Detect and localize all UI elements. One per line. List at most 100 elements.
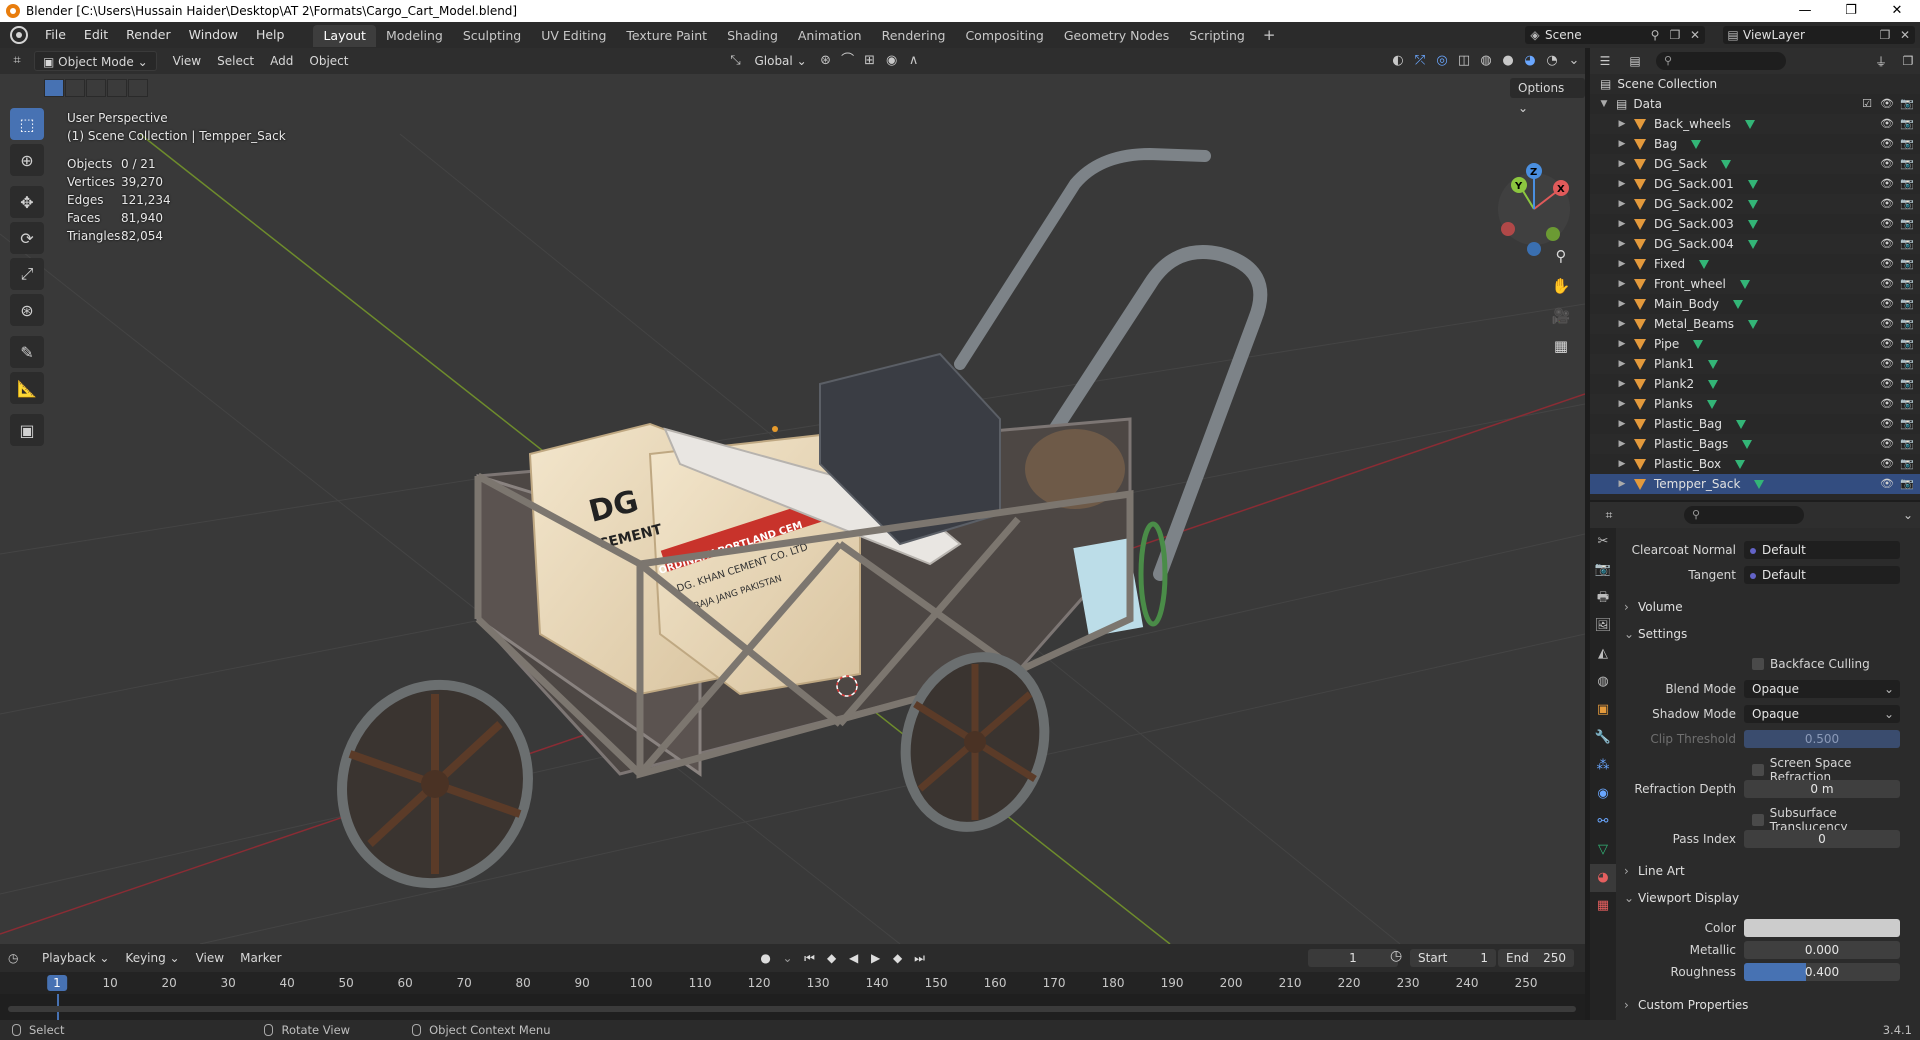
viewlayer-selector[interactable]: ▤ ViewLayer ❐ ✕ <box>1723 26 1915 44</box>
menu-help[interactable]: Help <box>247 22 294 48</box>
eye-icon[interactable]: 👁 <box>1880 154 1894 174</box>
pan-hand-icon[interactable]: ✋ <box>1548 273 1574 299</box>
tab-texture-paint[interactable]: Texture Paint <box>616 25 717 47</box>
expand-icon[interactable]: ▶ <box>1616 334 1628 354</box>
tab-shading[interactable]: Shading <box>717 25 788 47</box>
camera-icon[interactable]: 📷 <box>1900 94 1914 114</box>
mesh-data-icon[interactable] <box>1744 119 1755 129</box>
menu-render[interactable]: Render <box>117 22 180 48</box>
mesh-data-icon[interactable] <box>1747 179 1758 189</box>
expand-icon[interactable]: ▶ <box>1616 154 1628 174</box>
expand-icon[interactable]: ▶ <box>1616 114 1628 134</box>
mesh-data-icon[interactable] <box>1748 319 1759 329</box>
mesh-data-icon[interactable] <box>1736 419 1747 429</box>
outliner-editor-icon[interactable]: ☰ <box>1590 54 1620 68</box>
properties-options-icon[interactable]: ⌄ <box>1896 508 1920 522</box>
scale-tool-icon[interactable]: ⤢ <box>10 258 44 290</box>
gizmo-neg-y-icon[interactable] <box>1546 227 1560 241</box>
zoom-icon[interactable]: ⚲ <box>1548 243 1574 269</box>
eye-icon[interactable]: 👁 <box>1880 294 1894 314</box>
snap-icon[interactable]: ⌒ <box>837 51 859 71</box>
menu-view[interactable]: View <box>165 51 209 71</box>
outliner-item[interactable]: ▶ Back_wheels 👁 📷 <box>1590 114 1920 134</box>
tab-rendering[interactable]: Rendering <box>872 25 956 47</box>
checkbox-icon[interactable]: ☑ <box>1860 94 1874 114</box>
mesh-data-icon[interactable] <box>1747 219 1758 229</box>
tab-modeling[interactable]: Modeling <box>376 25 453 47</box>
new-collection-icon[interactable]: ❐ <box>1896 54 1920 68</box>
transform-orientation-dropdown[interactable]: Global ⌄ <box>746 51 814 71</box>
current-frame-field[interactable]: 1 <box>1308 949 1398 967</box>
outliner-item[interactable]: ▶ Metal_Beams 👁 📷 <box>1590 314 1920 334</box>
eye-icon[interactable]: 👁 <box>1880 434 1894 454</box>
keying-options-icon[interactable]: ⌄ <box>777 951 799 965</box>
eye-icon[interactable]: 👁 <box>1880 234 1894 254</box>
outliner-item[interactable]: ▶ DG_Sack 👁 📷 <box>1590 154 1920 174</box>
xray-icon[interactable]: ◫ <box>1453 51 1475 71</box>
falloff-icon[interactable]: ∧ <box>903 51 925 71</box>
expand-icon[interactable]: ▶ <box>1616 354 1628 374</box>
outliner-item[interactable]: ▶ Fixed 👁 📷 <box>1590 254 1920 274</box>
material-tab-icon[interactable]: ◕ <box>1590 864 1616 892</box>
measure-tool-icon[interactable]: 📐 <box>10 372 44 404</box>
eye-icon[interactable]: 👁 <box>1880 254 1894 274</box>
ortho-grid-icon[interactable]: ▦ <box>1548 333 1574 359</box>
eye-icon[interactable]: 👁 <box>1880 194 1894 214</box>
outliner-item[interactable]: ▶ DG_Sack.001 👁 📷 <box>1590 174 1920 194</box>
mesh-data-icon[interactable] <box>1739 279 1750 289</box>
playhead[interactable]: 1 <box>47 975 67 991</box>
clearcoat-normal-field[interactable]: Default <box>1744 541 1900 559</box>
maximize-button[interactable]: ❐ <box>1828 0 1874 22</box>
remove-viewlayer-icon[interactable]: ✕ <box>1895 28 1915 42</box>
line-art-panel[interactable]: Line Art <box>1624 860 1914 882</box>
pass-index-field[interactable]: 0 <box>1744 830 1900 848</box>
jump-start-icon[interactable]: ⏮ <box>799 951 821 966</box>
refraction-depth-field[interactable]: 0 m <box>1744 780 1900 798</box>
custom-properties-panel[interactable]: Custom Properties <box>1624 994 1914 1016</box>
outliner-item[interactable]: ▶ Plank2 👁 📷 <box>1590 374 1920 394</box>
camera-icon[interactable]: 📷 <box>1900 214 1914 234</box>
tab-geometry-nodes[interactable]: Geometry Nodes <box>1054 25 1179 47</box>
tab-compositing[interactable]: Compositing <box>955 25 1053 47</box>
expand-icon[interactable]: ▶ <box>1616 254 1628 274</box>
play-reverse-icon[interactable]: ◀ <box>843 951 865 965</box>
menu-marker[interactable]: Marker <box>232 948 289 968</box>
outliner-item[interactable]: ▶ Planks 👁 📷 <box>1590 394 1920 414</box>
viewlayer-name[interactable]: ViewLayer <box>1743 28 1875 42</box>
camera-icon[interactable]: 📷 <box>1900 334 1914 354</box>
properties-editor-icon[interactable]: ⌗ <box>1594 508 1624 523</box>
roughness-slider[interactable]: 0.400 <box>1744 963 1900 981</box>
select-box-tool-icon[interactable]: ⬚ <box>10 108 44 140</box>
camera-icon[interactable]: 📷 <box>1900 254 1914 274</box>
end-frame-field[interactable]: End 250 <box>1498 949 1574 967</box>
mesh-data-icon[interactable] <box>1706 399 1717 409</box>
outliner-collection-data[interactable]: ▼ ▤ Data ☑ 👁 📷 <box>1590 94 1920 114</box>
pin-icon[interactable]: ⚲ <box>1645 28 1665 42</box>
camera-icon[interactable]: 📷 <box>1900 354 1914 374</box>
cursor-tool-icon[interactable]: ⊕ <box>10 144 44 176</box>
overlays-icon[interactable]: ◎ <box>1431 51 1453 71</box>
modifier-tab-icon[interactable]: 🔧 <box>1590 724 1616 752</box>
mesh-data-icon[interactable] <box>1735 459 1746 469</box>
outliner-item[interactable]: ▶ Pipe 👁 📷 <box>1590 334 1920 354</box>
shading-rendered-icon[interactable]: ◔ <box>1541 51 1563 71</box>
camera-icon[interactable]: 📷 <box>1900 274 1914 294</box>
visibility-icon[interactable]: ◐ <box>1387 51 1409 71</box>
expand-icon[interactable]: ▶ <box>1616 294 1628 314</box>
camera-icon[interactable]: 📷 <box>1900 374 1914 394</box>
mesh-data-icon[interactable] <box>1721 159 1732 169</box>
outliner-item[interactable]: ▶ Plank1 👁 📷 <box>1590 354 1920 374</box>
outliner-search-input[interactable]: ⚲ <box>1656 52 1786 70</box>
mesh-data-icon[interactable] <box>1742 439 1753 449</box>
clock-icon[interactable]: ◷ <box>1390 948 1402 964</box>
eye-icon[interactable]: 👁 <box>1880 314 1894 334</box>
play-icon[interactable]: ▶ <box>865 951 887 965</box>
camera-icon[interactable]: 📷 <box>1900 194 1914 214</box>
expand-icon[interactable]: ▶ <box>1616 454 1628 474</box>
shading-options-icon[interactable]: ⌄ <box>1563 51 1585 71</box>
menu-timeline-view[interactable]: View <box>188 948 232 968</box>
camera-icon[interactable]: 📷 <box>1900 414 1914 434</box>
expand-icon[interactable]: ▶ <box>1616 414 1628 434</box>
outliner-item[interactable]: ▶ Plastic_Bag 👁 📷 <box>1590 414 1920 434</box>
properties-search-input[interactable]: ⚲ <box>1684 506 1804 524</box>
